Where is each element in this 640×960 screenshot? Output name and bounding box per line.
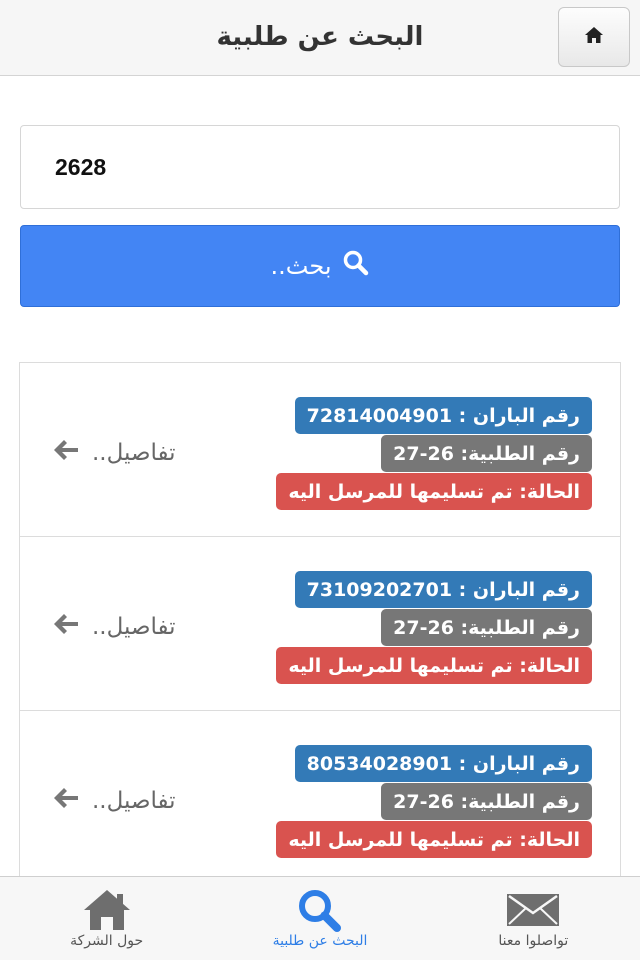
baran-number-tag: رقم الباران : 80534028901: [294, 745, 592, 782]
result-item[interactable]: رقم الباران : 73109202701 رقم الطلبية: 2…: [20, 537, 620, 711]
tab-order-search[interactable]: البحث عن طلبية: [213, 877, 426, 960]
arrow-left-icon: [52, 786, 80, 816]
tab-search-label: البحث عن طلبية: [272, 933, 368, 949]
details-link[interactable]: تفاصيل..: [52, 609, 176, 645]
tab-about-label: حول الشركة: [70, 933, 144, 949]
results-list: رقم الباران : 72814004901 رقم الطلبية: 2…: [19, 362, 621, 877]
home-icon: [82, 887, 132, 933]
details-link[interactable]: تفاصيل..: [52, 783, 176, 819]
status-tag: الحالة: تم تسليمها للمرسل اليه: [276, 473, 592, 510]
search-button-label: بحث..: [270, 252, 332, 280]
bottom-tab-bar: حول الشركة البحث عن طلبية تواصلوا معنا: [0, 876, 640, 960]
status-tag: الحالة: تم تسليمها للمرسل اليه: [276, 821, 592, 858]
top-nav-bar: البحث عن طلبية: [0, 0, 640, 76]
details-link[interactable]: تفاصيل..: [52, 435, 176, 471]
envelope-icon: [506, 887, 560, 933]
search-icon: [296, 887, 344, 933]
tab-about-company[interactable]: حول الشركة: [0, 877, 213, 960]
page-title: البحث عن طلبية: [216, 22, 424, 52]
status-tag: الحالة: تم تسليمها للمرسل اليه: [276, 647, 592, 684]
tab-contact-us[interactable]: تواصلوا معنا: [427, 877, 640, 960]
result-item[interactable]: رقم الباران : 72814004901 رقم الطلبية: 2…: [20, 363, 620, 537]
result-item[interactable]: رقم الباران : 80534028901 رقم الطلبية: 2…: [20, 711, 620, 877]
home-button[interactable]: [558, 7, 630, 67]
order-number-tag: رقم الطلبية: 26-27: [381, 435, 592, 472]
details-label: تفاصيل..: [92, 788, 176, 814]
details-label: تفاصيل..: [92, 440, 176, 466]
baran-number-tag: رقم الباران : 73109202701: [294, 571, 592, 608]
arrow-left-icon: [52, 612, 80, 642]
search-icon: [342, 249, 370, 283]
arrow-left-icon: [52, 438, 80, 468]
order-search-input[interactable]: [20, 125, 620, 209]
tab-contact-label: تواصلوا معنا: [498, 933, 569, 949]
home-icon: [584, 26, 604, 48]
search-button[interactable]: بحث..: [20, 225, 620, 307]
details-label: تفاصيل..: [92, 614, 176, 640]
order-number-tag: رقم الطلبية: 26-27: [381, 609, 592, 646]
baran-number-tag: رقم الباران : 72814004901: [294, 397, 592, 434]
order-number-tag: رقم الطلبية: 26-27: [381, 783, 592, 820]
